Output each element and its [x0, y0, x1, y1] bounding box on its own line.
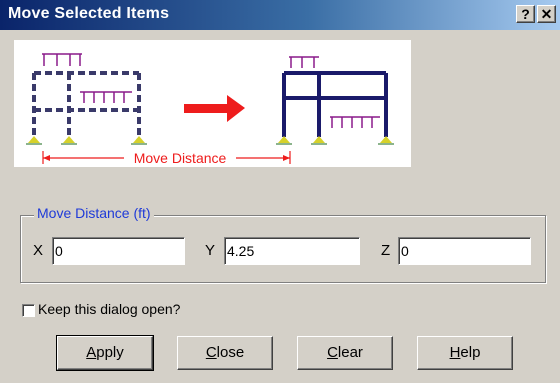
x-label: X [33, 242, 44, 259]
dialog-title: Move Selected Items [8, 5, 170, 22]
keep-open-checkbox[interactable] [22, 304, 35, 317]
move-arrow-icon [184, 95, 245, 122]
move-distance-caption: Move Distance [134, 150, 227, 166]
frame-diagram: Move Distance [26, 53, 394, 166]
apply-button[interactable]: Apply [56, 335, 154, 371]
title-bar[interactable]: Move Selected Items ? ✕ [0, 0, 560, 30]
move-distance-illustration: Move Distance [14, 40, 411, 167]
clear-button[interactable]: Clear [297, 336, 393, 370]
left-supports [26, 136, 147, 145]
y-distance-input[interactable] [224, 237, 360, 265]
move-distance-legend: Move Distance (ft) [34, 205, 154, 221]
moved-frame [282, 71, 388, 137]
left-loads [42, 53, 132, 103]
x-distance-input[interactable] [52, 237, 185, 265]
z-distance-input[interactable] [398, 237, 531, 265]
original-frame [32, 71, 141, 137]
right-loads [289, 56, 380, 128]
right-supports [276, 136, 394, 145]
close-window-button[interactable]: ✕ [537, 5, 556, 23]
close-button[interactable]: Close [177, 336, 273, 370]
close-icon: ✕ [540, 6, 553, 22]
help-button[interactable]: Help [417, 336, 513, 370]
move-selected-items-dialog: Move Selected Items ? ✕ Move Distance Mo… [0, 0, 560, 383]
z-label: Z [381, 242, 391, 259]
help-question-button[interactable]: ? [516, 5, 535, 23]
y-label: Y [205, 242, 216, 259]
keep-open-label[interactable]: Keep this dialog open? [38, 301, 180, 317]
